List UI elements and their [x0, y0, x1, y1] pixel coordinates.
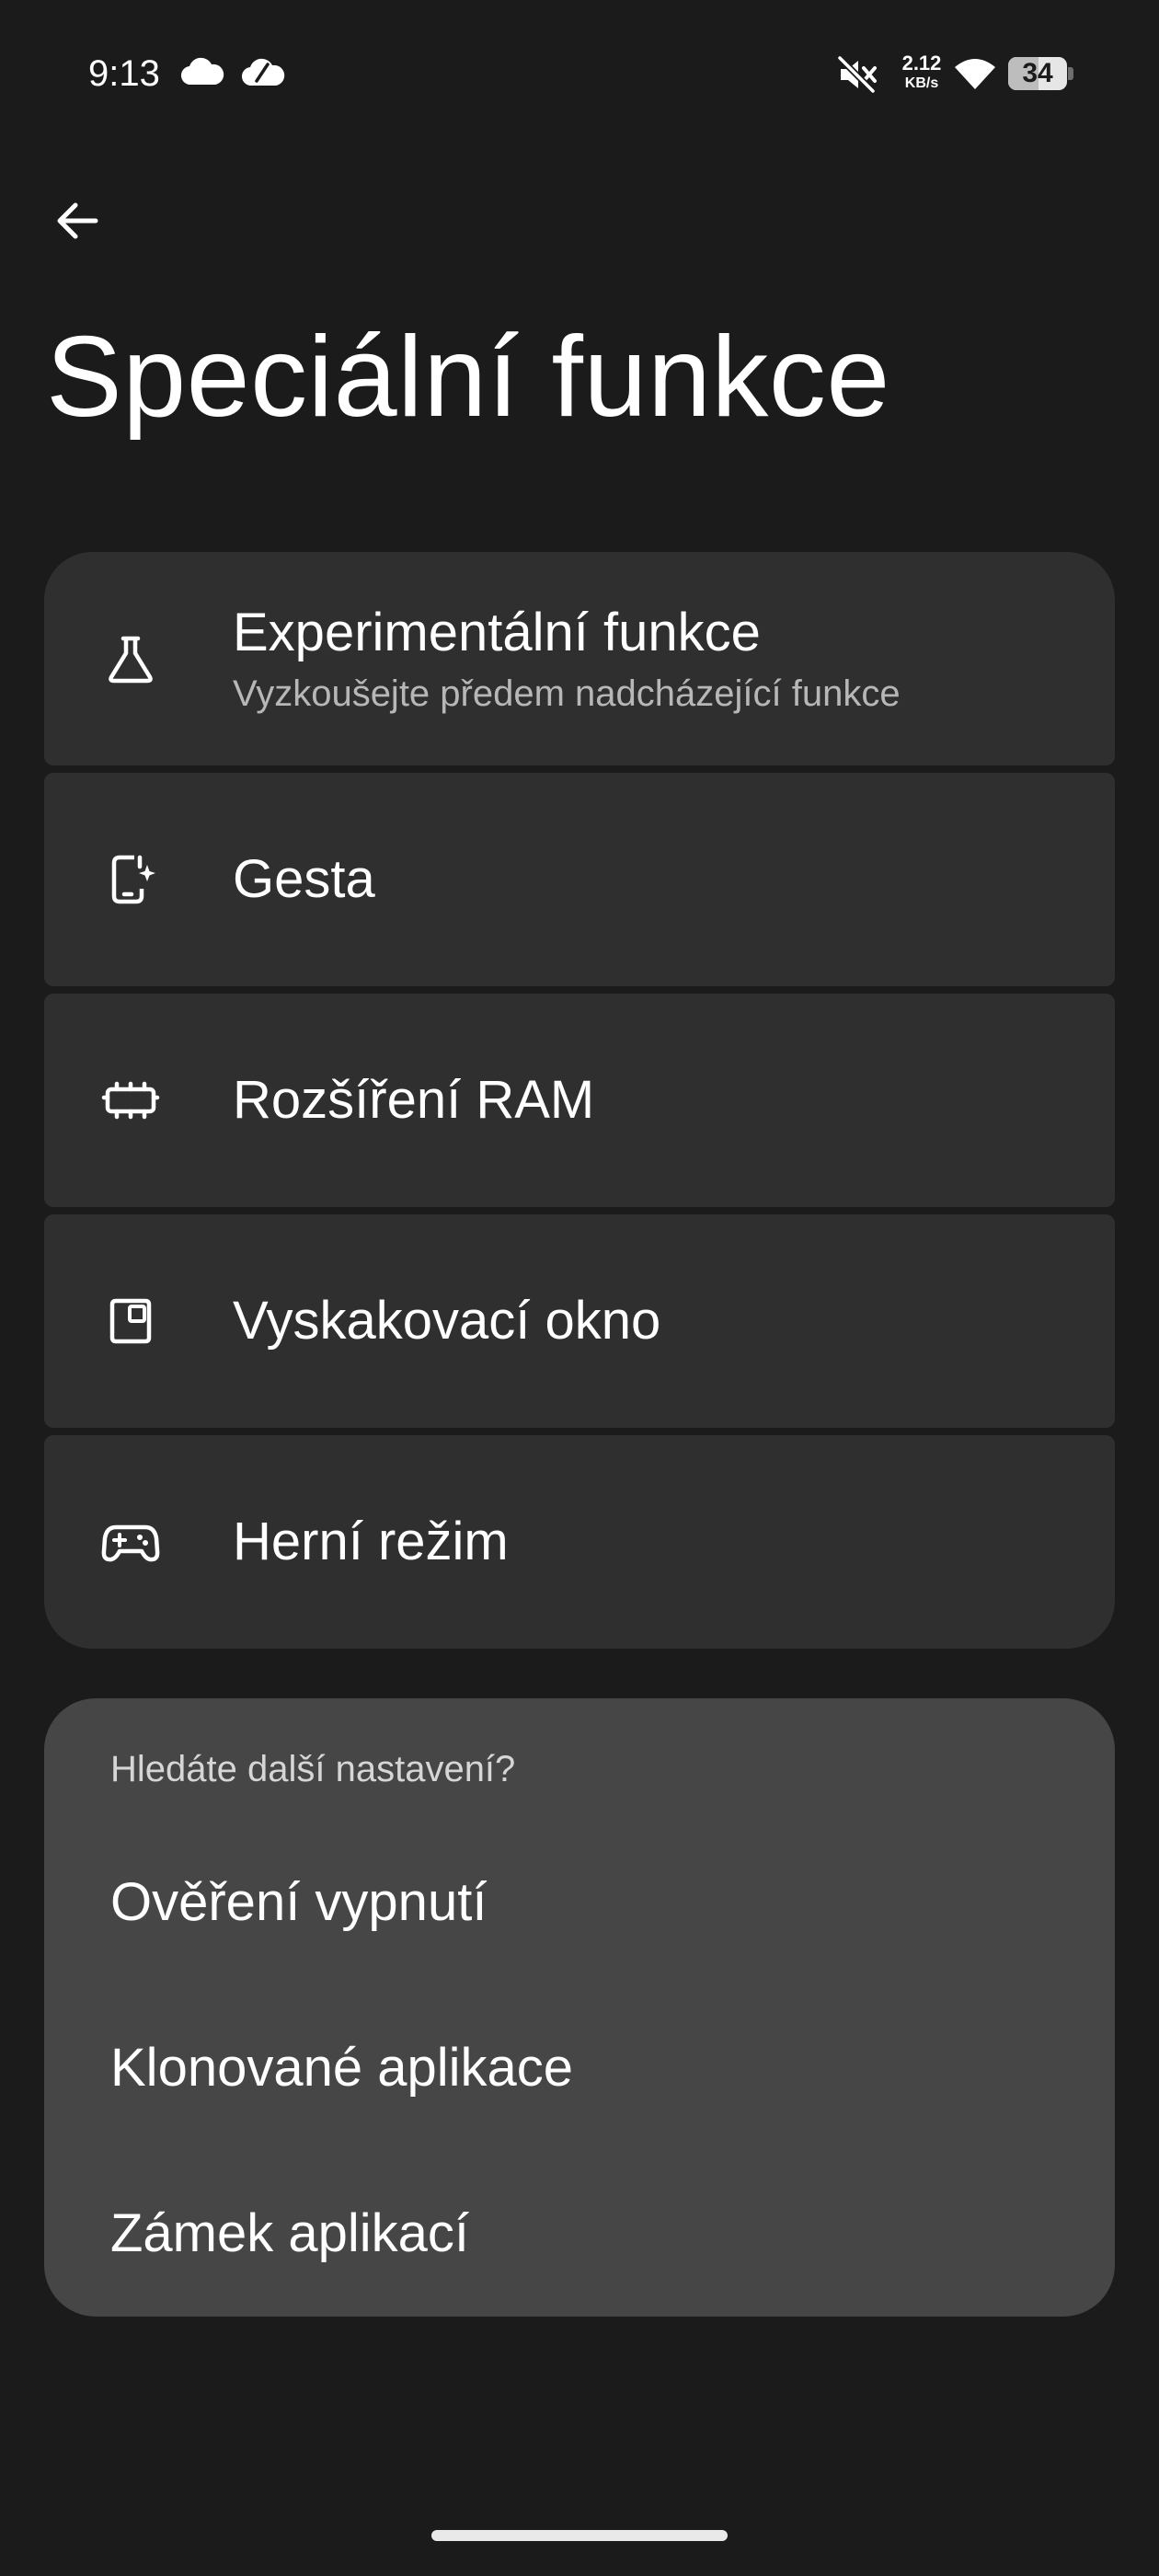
gestures-item[interactable]: Gesta	[44, 773, 1115, 986]
battery-icon: 34	[1008, 57, 1067, 90]
feature-list: Experimentální funkce Vyzkoušejte předem…	[44, 552, 1115, 1649]
navigation-handle[interactable]	[431, 2530, 728, 2541]
game-mode-item[interactable]: Herní režim	[44, 1435, 1115, 1649]
experimental-features-item[interactable]: Experimentální funkce Vyzkoušejte předem…	[44, 552, 1115, 765]
battery-level: 34	[1022, 58, 1053, 88]
app-lock-link[interactable]: Zámek aplikací	[110, 2201, 469, 2267]
cloud-sync-icon	[241, 58, 285, 86]
page-title: Speciální funkce	[46, 314, 890, 441]
back-button[interactable]	[40, 184, 114, 258]
item-subtitle: Vyzkoušejte předem nadcházející funkce	[233, 673, 901, 714]
network-speed-value: 2.12	[901, 52, 942, 75]
item-title: Rozšíření RAM	[233, 1070, 595, 1130]
cloned-apps-link[interactable]: Klonované aplikace	[110, 2035, 573, 2101]
suggestions-card: Hledáte další nastavení? Ověření vypnutí…	[44, 1698, 1115, 2317]
status-bar: 9:13 2.12 KB/s 34	[0, 0, 1159, 147]
ram-chip-icon	[101, 1071, 160, 1130]
muted-speaker-icon	[837, 55, 877, 94]
popup-window-item[interactable]: Vyskakovací okno	[44, 1214, 1115, 1428]
power-off-verification-link[interactable]: Ověření vypnutí	[110, 1869, 487, 1936]
network-speed: 2.12 KB/s	[894, 53, 949, 91]
gesture-phone-icon	[101, 850, 160, 909]
status-time: 9:13	[88, 53, 160, 94]
item-title: Gesta	[233, 849, 375, 909]
cloud-icon	[180, 57, 224, 86]
ram-extension-item[interactable]: Rozšíření RAM	[44, 994, 1115, 1207]
item-title: Vyskakovací okno	[233, 1291, 661, 1351]
item-title: Experimentální funkce	[233, 603, 761, 662]
popup-window-icon	[101, 1292, 160, 1351]
suggestions-heading: Hledáte další nastavení?	[110, 1749, 516, 1789]
network-speed-unit: KB/s	[904, 75, 939, 91]
item-title: Herní režim	[233, 1512, 509, 1571]
wifi-icon	[955, 59, 995, 89]
gamepad-icon	[101, 1512, 160, 1571]
flask-icon	[101, 629, 160, 688]
arrow-left-icon	[57, 202, 98, 239]
